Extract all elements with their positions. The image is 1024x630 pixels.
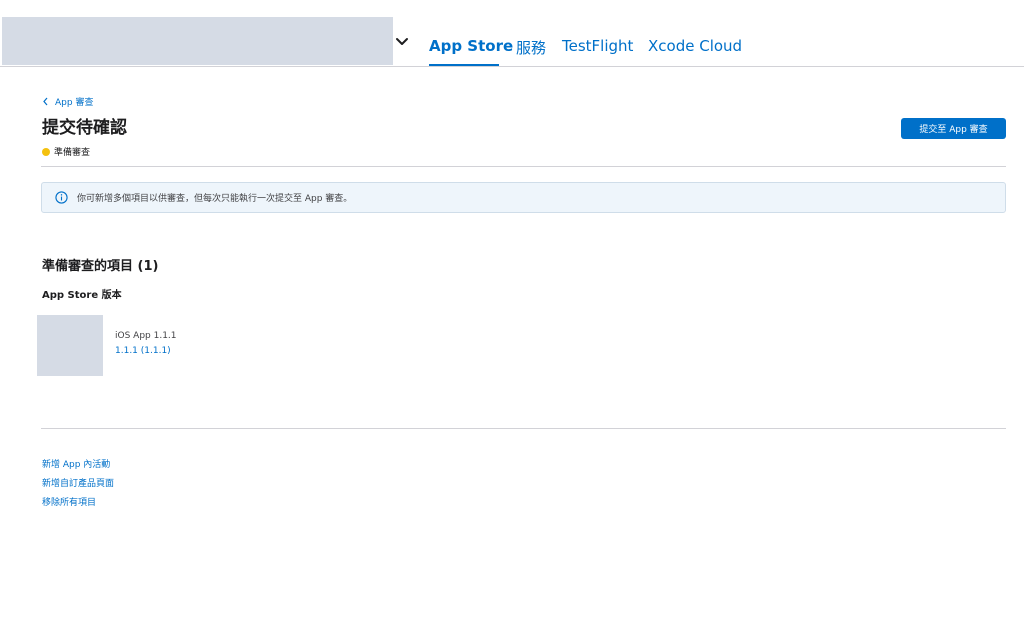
active-tab-underline <box>429 64 499 66</box>
tab-xcode-cloud[interactable]: Xcode Cloud <box>648 37 742 55</box>
section-title: 準備審查的項目 (1) <box>42 259 159 274</box>
top-nav-bar: App Store 服務 TestFlight Xcode Cloud <box>0 0 1024 67</box>
tab-testflight[interactable]: TestFlight <box>562 37 633 55</box>
header-divider <box>41 166 1006 167</box>
page-title: 提交待確認 <box>42 118 127 138</box>
status-dot-icon <box>42 147 50 156</box>
items-divider <box>41 428 1006 429</box>
info-banner: 你可新增多個項目以供審查，但每次只能執行一次提交至 App 審查。 <box>41 182 1006 213</box>
add-custom-product-page-link[interactable]: 新增自訂產品頁面 <box>42 476 114 489</box>
remove-all-items-link[interactable]: 移除所有項目 <box>42 495 96 508</box>
item-name: iOS App 1.1.1 <box>115 331 177 341</box>
info-text: 你可新增多個項目以供審查，但每次只能執行一次提交至 App 審查。 <box>77 194 353 204</box>
chevron-left-icon <box>43 97 48 106</box>
app-icon-placeholder <box>2 17 393 65</box>
item-build-link[interactable]: 1.1.1 (1.1.1) <box>115 346 171 356</box>
chevron-down-icon[interactable] <box>394 34 410 50</box>
status-label: 準備審查 <box>54 148 91 158</box>
breadcrumb-label: App 審查 <box>55 98 94 108</box>
tab-services[interactable]: 服務 <box>516 37 546 58</box>
section-subtitle: App Store 版本 <box>42 290 122 301</box>
submit-for-review-button[interactable]: 提交至 App 審查 <box>901 118 1006 139</box>
app-thumbnail <box>37 315 103 376</box>
info-icon <box>55 191 68 204</box>
status-badge: 準備審查 <box>42 145 90 158</box>
breadcrumb[interactable]: App 審查 <box>42 95 93 108</box>
add-in-app-event-link[interactable]: 新增 App 內活動 <box>42 457 110 470</box>
tab-app-store[interactable]: App Store <box>429 37 513 55</box>
